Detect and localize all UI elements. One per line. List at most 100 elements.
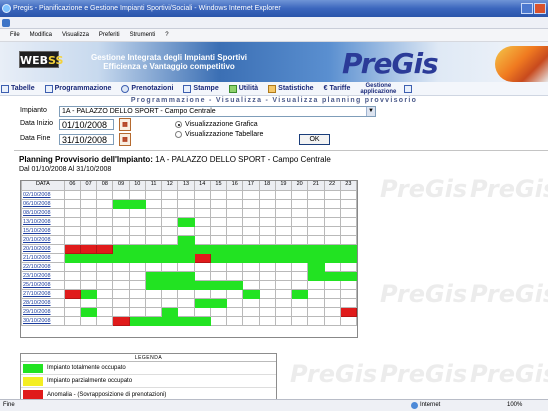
radio-tabellare-label: Visualizzazione Tabellare <box>185 131 264 138</box>
slot-free <box>209 271 228 281</box>
hour-column-header: 12 <box>161 181 179 191</box>
date-link[interactable]: 02/10/2008 <box>21 190 65 200</box>
ok-button[interactable]: OK <box>299 134 330 145</box>
slot-occupied <box>274 244 293 254</box>
date-link[interactable]: 23/10/2008 <box>21 271 65 281</box>
nav-utilita[interactable]: Utilità <box>228 84 258 93</box>
menu-preferiti[interactable]: Preferiti <box>99 32 120 38</box>
date-link[interactable]: 28/10/2008 <box>21 298 65 308</box>
data-inizio-field[interactable]: 01/10/2008 <box>59 119 114 130</box>
watermark-logo: PreGis <box>470 280 548 308</box>
hour-column-header: 14 <box>193 181 211 191</box>
nav-stampe[interactable]: Stampe <box>183 84 219 93</box>
slot-free <box>258 217 276 227</box>
date-link[interactable]: 21/10/2008 <box>21 253 65 263</box>
slot-free <box>144 190 163 200</box>
date-link[interactable]: 27/10/2008 <box>21 289 65 299</box>
date-link[interactable]: 20/10/2008 <box>21 244 65 254</box>
radio-grafica-row[interactable]: Visualizzazione Grafica <box>175 121 258 128</box>
radio-tabellare-row[interactable]: Visualizzazione Tabellare <box>175 131 263 138</box>
slot-occupied <box>307 262 325 272</box>
slot-free <box>339 262 357 272</box>
slot-occupied <box>193 298 211 308</box>
planning-row: 02/10/2008 <box>21 190 357 200</box>
nav-gestione-applicazione[interactable]: Gestione applicazione <box>360 83 413 95</box>
slot-free <box>96 298 114 308</box>
impianto-select[interactable]: 1A - PALAZZO DELLO SPORT - Campo Central… <box>59 106 376 117</box>
slot-free <box>323 226 341 236</box>
slot-free <box>258 289 276 299</box>
data-fine-field[interactable]: 31/10/2008 <box>59 134 114 145</box>
nav-prenotazioni[interactable]: Prenotazioni <box>121 84 173 93</box>
radio-tabellare[interactable] <box>175 131 182 138</box>
radio-grafica[interactable] <box>175 121 182 128</box>
date-link[interactable]: 29/10/2008 <box>21 307 65 317</box>
security-zone: Internet <box>411 400 440 411</box>
date-link[interactable]: 20/10/2008 <box>21 235 65 245</box>
status-text: Fine <box>3 402 15 408</box>
radio-grafica-label: Visualizzazione Grafica <box>185 121 258 128</box>
slot-free <box>291 271 309 281</box>
chevron-down-icon[interactable]: ▼ <box>366 107 375 116</box>
slot-free <box>128 208 146 218</box>
menu-modifica[interactable]: Modifica <box>30 32 52 38</box>
date-link[interactable]: 30/10/2008 <box>21 316 65 326</box>
planning-grid[interactable]: DATA 06 07 08 09 10 11 12 13 14 15 16 17 18 19 20 21 22 23… <box>20 180 358 338</box>
slot-occupied <box>79 307 98 317</box>
slot-free <box>258 190 276 200</box>
slot-occupied <box>79 253 98 263</box>
slot-free <box>274 262 293 272</box>
slot-occupied <box>128 199 146 209</box>
nav-statistiche[interactable]: Statistiche <box>268 84 314 93</box>
slot-free <box>128 235 146 245</box>
slot-free <box>144 199 163 209</box>
legend-title: LEGENDA <box>21 354 276 362</box>
slot-free <box>274 289 293 299</box>
calendar-icon[interactable]: ▦ <box>119 118 131 131</box>
slot-occupied <box>112 253 130 263</box>
slot-free <box>209 226 228 236</box>
minimize-icon[interactable] <box>521 3 533 14</box>
menu-help[interactable]: ? <box>165 32 168 38</box>
date-link[interactable]: 08/10/2008 <box>21 208 65 218</box>
slot-free <box>128 262 146 272</box>
slot-occupied <box>339 253 357 263</box>
date-link[interactable]: 13/10/2008 <box>21 217 65 227</box>
calendar-icon[interactable]: ▦ <box>119 133 131 146</box>
date-link[interactable]: 15/10/2008 <box>21 226 65 236</box>
slot-free <box>161 217 179 227</box>
banner-tagline: Gestione Integrata degli Impianti Sporti… <box>90 53 248 71</box>
slot-free <box>177 208 195 218</box>
webss-logo: WEBSS <box>19 51 63 68</box>
slot-free <box>226 199 244 209</box>
menu-file[interactable]: File <box>10 32 20 38</box>
slot-free <box>193 271 211 281</box>
slot-free <box>323 199 341 209</box>
menu-strumenti[interactable]: Strumenti <box>130 32 156 38</box>
nav-tariffe[interactable]: € Tariffe <box>324 85 351 92</box>
slot-free <box>79 262 98 272</box>
nav-programmazione[interactable]: Programmazione <box>44 84 111 93</box>
planning-row: 27/10/2008 <box>21 289 357 299</box>
legend-label: Impianto totalmente occupato <box>47 365 126 371</box>
menu-visualizza[interactable]: Visualizza <box>62 32 89 38</box>
slot-free <box>242 235 260 245</box>
slot-free <box>112 208 130 218</box>
slot-free <box>193 199 211 209</box>
watermark-logo: PreGis <box>470 360 548 388</box>
date-link[interactable]: 22/10/2008 <box>21 262 65 272</box>
slot-occupied <box>128 316 146 326</box>
zoom-level[interactable]: 100% <box>507 400 522 411</box>
date-link[interactable]: 25/10/2008 <box>21 280 65 290</box>
nav-tabelle[interactable]: Tabelle <box>1 84 35 93</box>
date-link[interactable]: 06/10/2008 <box>21 199 65 209</box>
slot-free <box>258 280 276 290</box>
slot-free <box>242 217 260 227</box>
slot-occupied <box>258 244 276 254</box>
slot-free <box>63 316 82 326</box>
slot-free <box>209 235 228 245</box>
slot-free <box>274 190 293 200</box>
slot-free <box>307 235 325 245</box>
close-icon[interactable] <box>534 3 546 14</box>
hour-column-header: 17 <box>242 181 260 191</box>
